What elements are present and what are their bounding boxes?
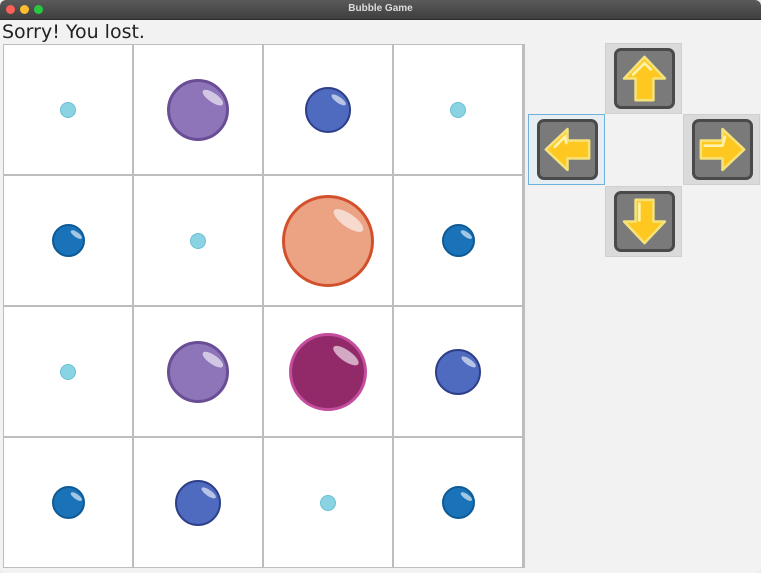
board-cell [134,45,262,174]
board-cell [134,307,262,436]
bubble-highlight [199,485,218,501]
bubble [51,224,85,257]
board-cell [394,176,522,305]
arrow-left-icon [544,127,591,172]
board-cell [4,307,132,436]
arrow-down-icon [622,198,667,245]
board-cell [4,176,132,305]
board-cell [134,176,262,305]
bubble-highlight [200,348,225,370]
bubble [435,348,481,395]
board-cell [394,438,522,567]
bubble [450,101,466,118]
board-cell [4,438,132,567]
bubble [167,340,229,403]
move-right-button[interactable] [683,114,760,185]
board-cell [394,45,522,174]
status-message: Sorry! You lost. [2,21,145,43]
window-title: Bubble Game [348,3,413,14]
bubble [289,332,367,411]
bubble-highlight [459,490,473,502]
bubble [167,78,229,141]
bubble [190,232,206,249]
move-down-button[interactable] [605,186,682,257]
move-left-button[interactable] [528,114,605,185]
game-window: Bubble Game Sorry! You lost. [0,0,761,573]
board-cell [134,438,262,567]
arrow-right-icon [699,127,746,172]
bubble-highlight [69,228,83,240]
bubble [441,224,475,257]
arrow-up-icon [622,55,667,102]
bubble-highlight [459,354,478,370]
game-board [3,44,525,568]
bubble-highlight [330,205,367,236]
board-cell [264,307,392,436]
bubble [441,486,475,519]
move-up-button[interactable] [605,43,682,114]
bubble [282,194,374,287]
board-cell [264,438,392,567]
bubble-highlight [329,92,348,108]
bubble [305,86,351,133]
bubble [175,479,221,526]
bubble-highlight [200,86,225,108]
bubble [51,486,85,519]
bubble [60,363,76,380]
board-cell [4,45,132,174]
bubble-highlight [69,490,83,502]
board-cell [264,176,392,305]
bubble [320,494,336,511]
bubble-highlight [330,342,362,368]
board-cell [394,307,522,436]
bubble-highlight [459,228,473,240]
bubble [60,101,76,118]
board-cell [264,45,392,174]
title-bar: Bubble Game [0,0,761,20]
